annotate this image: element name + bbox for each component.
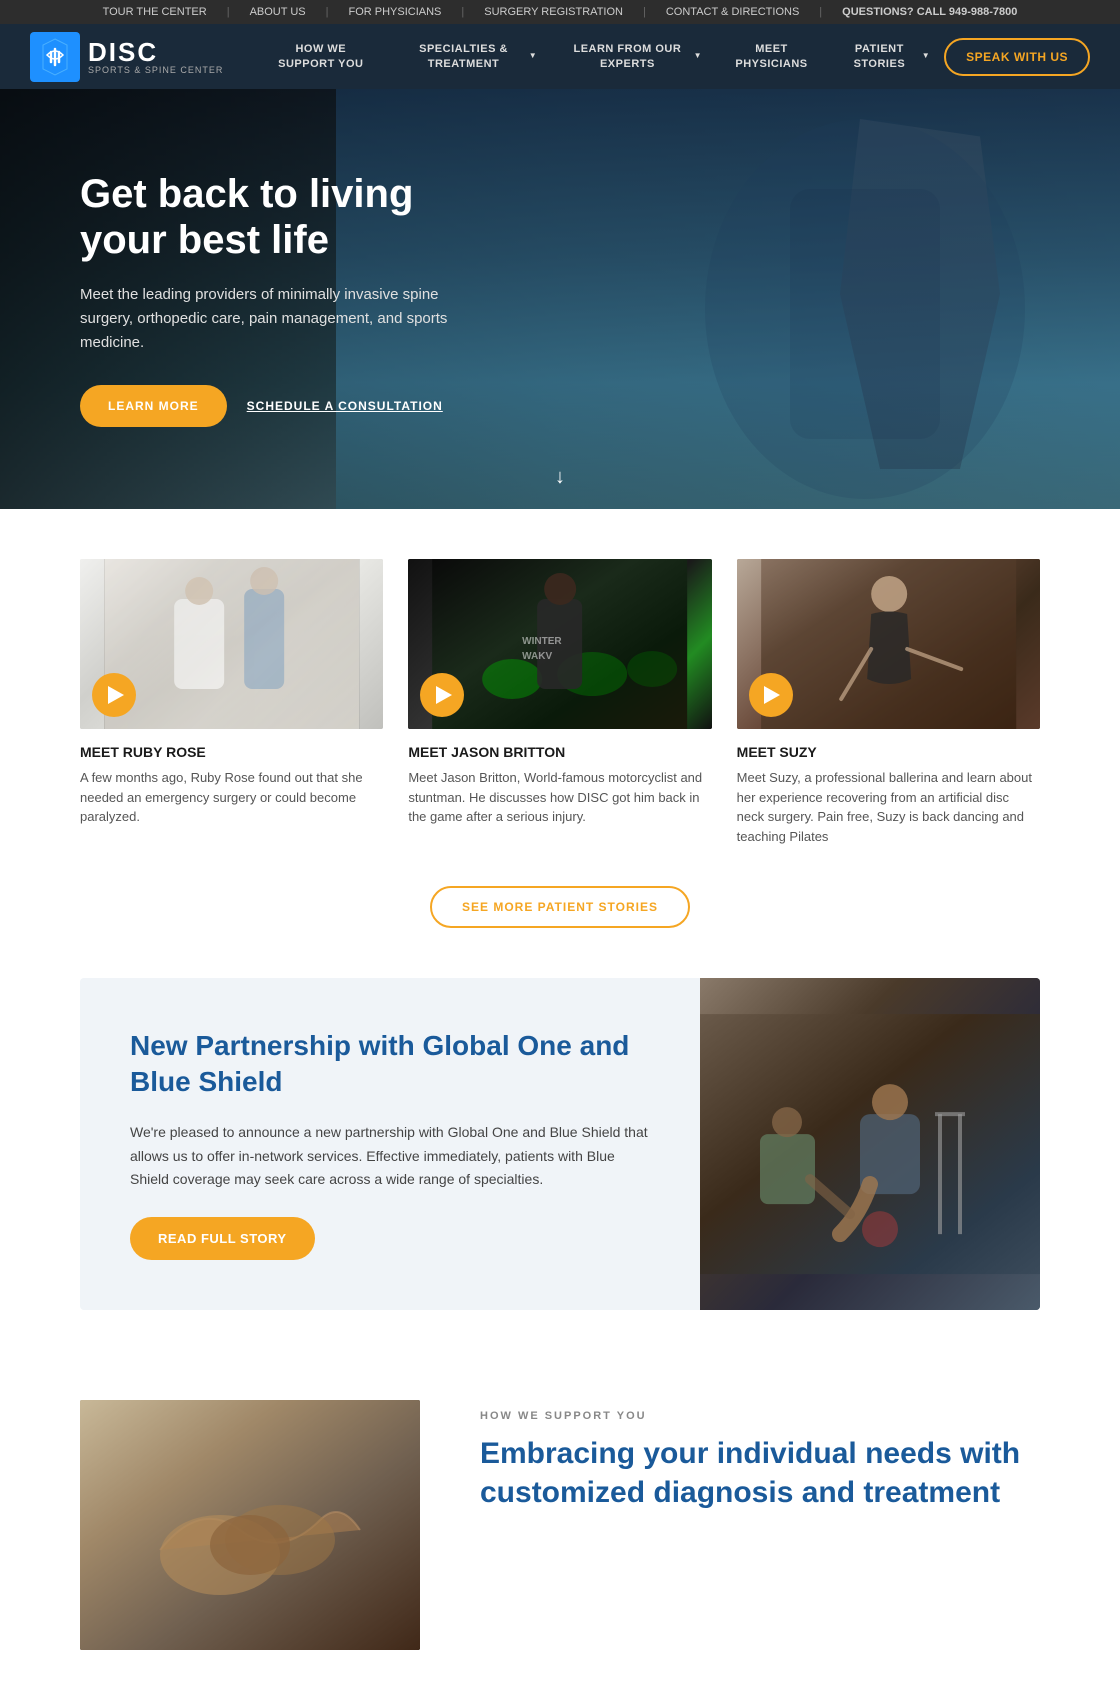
topbar-link-contact[interactable]: CONTACT & DIRECTIONS <box>666 6 799 18</box>
nav-meet-physicians[interactable]: MEET PHYSICIANS <box>716 24 827 89</box>
play-icon-ruby <box>108 686 124 704</box>
sep1: | <box>227 6 230 18</box>
hero-section: Get back to living your best life Meet t… <box>0 89 1120 509</box>
nav-specialties[interactable]: SPECIALTIES & TREATMENT ▼ <box>388 24 551 89</box>
main-nav: DISC Sports & Spine Center HOW WE SUPPOR… <box>0 24 1120 89</box>
topbar-link-about[interactable]: ABOUT US <box>250 6 306 18</box>
bottom-image <box>80 1400 420 1650</box>
nav-patient-stories[interactable]: PATIENT STORIES ▼ <box>827 24 944 89</box>
nav-how-we-support[interactable]: HOW WE SUPPORT YOU <box>253 24 388 89</box>
hero-title: Get back to living your best life <box>80 171 470 263</box>
bottom-section: HOW WE SUPPORT YOU Embracing your indivi… <box>0 1360 1120 1690</box>
hero-content: Get back to living your best life Meet t… <box>0 171 550 427</box>
sep2: | <box>326 6 329 18</box>
play-button-suzy[interactable] <box>749 673 793 717</box>
nav-learn-from[interactable]: LEARN FROM OUR EXPERTS ▼ <box>551 24 716 89</box>
topbar-link-surgery[interactable]: SURGERY REGISTRATION <box>484 6 623 18</box>
logo-text: DISC Sports & Spine Center <box>88 39 223 75</box>
story-image-jason: WINTER WAKV <box>408 559 711 729</box>
hero-subtitle: Meet the leading providers of minimally … <box>80 283 470 355</box>
partnership-text: New Partnership with Global One and Blue… <box>80 978 700 1310</box>
topbar-link-tour[interactable]: TOUR THE CENTER <box>103 6 207 18</box>
scroll-down-arrow[interactable]: ↓ <box>555 466 565 489</box>
story-card-jason: WINTER WAKV MEET JASON BRITTON Meet Jaso… <box>408 559 711 846</box>
logo-icon <box>30 32 80 82</box>
logo-subtitle-text: Sports & Spine Center <box>88 65 223 75</box>
bottom-title: Embracing your individual needs with cus… <box>480 1434 1040 1512</box>
logo-disc-text: DISC <box>88 39 223 65</box>
sep3: | <box>461 6 464 18</box>
story-card-suzy: MEET SUZY Meet Suzy, a professional ball… <box>737 559 1040 846</box>
partnership-image <box>700 978 1040 1310</box>
story-desc-suzy: Meet Suzy, a professional ballerina and … <box>737 768 1040 846</box>
play-icon-jason <box>436 686 452 704</box>
play-button-jason[interactable] <box>420 673 464 717</box>
stories-grid: MEET RUBY ROSE A few months ago, Ruby Ro… <box>80 559 1040 846</box>
schedule-consultation-button[interactable]: SCHEDULE A CONSULTATION <box>247 399 443 413</box>
svg-text:WAKV: WAKV <box>522 651 552 662</box>
see-more-stories-button[interactable]: SEE MORE PATIENT STORIES <box>430 886 690 928</box>
section-label: HOW WE SUPPORT YOU <box>480 1410 1040 1422</box>
nav-links: HOW WE SUPPORT YOU SPECIALTIES & TREATME… <box>253 24 1090 89</box>
story-desc-ruby: A few months ago, Ruby Rose found out th… <box>80 768 383 827</box>
patient-stories-section: MEET RUBY ROSE A few months ago, Ruby Ro… <box>0 509 1120 978</box>
partnership-section: New Partnership with Global One and Blue… <box>80 978 1040 1310</box>
sep5: | <box>819 6 822 18</box>
svg-text:WINTER: WINTER <box>522 636 562 647</box>
top-bar: TOUR THE CENTER | ABOUT US | FOR PHYSICI… <box>0 0 1120 24</box>
story-title-jason: MEET JASON BRITTON <box>408 744 711 760</box>
logo[interactable]: DISC Sports & Spine Center <box>30 32 223 82</box>
story-title-ruby: MEET RUBY ROSE <box>80 744 383 760</box>
story-image-ruby <box>80 559 383 729</box>
play-button-ruby[interactable] <box>92 673 136 717</box>
hero-buttons: LEARN MORE SCHEDULE A CONSULTATION <box>80 385 470 427</box>
story-image-suzy <box>737 559 1040 729</box>
nav-specialties-arrow: ▼ <box>529 51 537 61</box>
nav-stories-arrow: ▼ <box>922 51 930 61</box>
nav-learn-arrow: ▼ <box>694 51 702 61</box>
read-full-story-button[interactable]: READ FULL STORY <box>130 1217 315 1260</box>
partnership-desc: We're pleased to announce a new partners… <box>130 1121 650 1192</box>
story-card-ruby: MEET RUBY ROSE A few months ago, Ruby Ro… <box>80 559 383 846</box>
bottom-content: HOW WE SUPPORT YOU Embracing your indivi… <box>480 1400 1040 1512</box>
topbar-phone: QUESTIONS? CALL 949-988-7800 <box>842 6 1017 18</box>
learn-more-button[interactable]: LEARN MORE <box>80 385 227 427</box>
partnership-title: New Partnership with Global One and Blue… <box>130 1028 650 1101</box>
speak-with-us-button[interactable]: SPEAK WITH US <box>944 38 1090 76</box>
hero-image <box>690 109 1040 509</box>
see-more-wrapper: SEE MORE PATIENT STORIES <box>80 886 1040 928</box>
story-desc-jason: Meet Jason Britton, World-famous motorcy… <box>408 768 711 827</box>
story-title-suzy: MEET SUZY <box>737 744 1040 760</box>
topbar-link-physicians[interactable]: FOR PHYSICIANS <box>348 6 441 18</box>
play-icon-suzy <box>764 686 780 704</box>
sep4: | <box>643 6 646 18</box>
